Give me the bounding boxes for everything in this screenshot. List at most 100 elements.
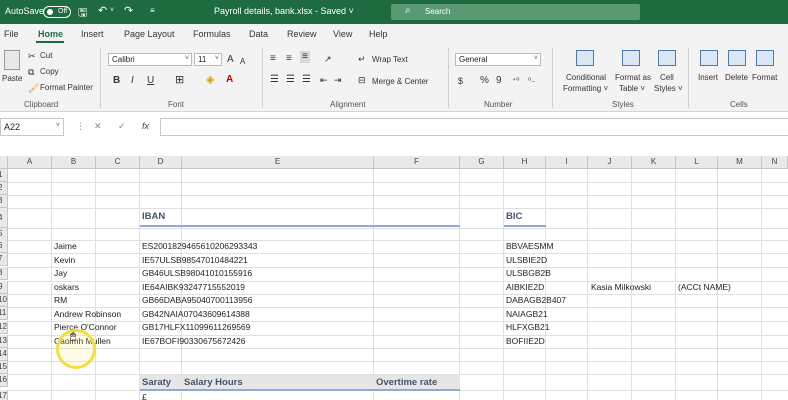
iban-cell[interactable]: GB42NAIA07043609614388 (140, 308, 250, 321)
bic-header-cell[interactable]: BIC (504, 210, 546, 223)
increase-indent-icon[interactable]: ⇥ (334, 74, 342, 86)
conditional-formatting-button-line2[interactable]: Formatting ˅ (563, 84, 608, 93)
name-cell[interactable]: Andrew Robinson (52, 308, 121, 321)
bic-cell[interactable]: BBVAESMM (504, 240, 554, 253)
insert-cells-button[interactable]: Insert (698, 73, 718, 82)
column-header-n[interactable]: N (762, 156, 788, 169)
row-header-9[interactable]: 9 (0, 281, 8, 294)
save-icon[interactable]: 🖫 (78, 4, 87, 23)
cell-styles-button-line2[interactable]: Styles ˅ (654, 84, 683, 93)
row-header-10[interactable]: 10 (0, 294, 8, 307)
row-header-15[interactable]: 15 (0, 361, 8, 374)
name-cell[interactable]: Kevin (52, 254, 75, 267)
format-as-table-icon[interactable] (622, 50, 640, 66)
font-color-icon[interactable]: A (226, 74, 233, 86)
bic-cell[interactable]: AIBKIE2D (504, 281, 544, 294)
undo-icon[interactable]: ↶ (98, 4, 107, 17)
tab-file[interactable]: File (4, 29, 19, 39)
format-as-table-button[interactable]: Format as (615, 73, 651, 82)
align-right-icon[interactable]: ☰ (302, 74, 311, 86)
fill-color-icon[interactable]: ◈ (206, 74, 214, 86)
bic-cell[interactable]: ULSBGB2B (504, 267, 551, 280)
paste-icon[interactable] (4, 50, 20, 70)
wrap-text-button[interactable]: Wrap Text (372, 55, 408, 64)
align-middle-icon[interactable]: ≡ (286, 53, 292, 65)
format-painter-icon[interactable]: 🖌 (28, 82, 39, 94)
wrap-text-icon[interactable]: ↵ (358, 53, 366, 65)
column-header-c[interactable]: C (96, 156, 140, 169)
tab-help[interactable]: Help (369, 29, 388, 39)
extra-note-cell[interactable]: (ACCt NAME) (676, 281, 731, 294)
accounting-format-button[interactable]: $ (458, 75, 463, 87)
name-cell[interactable]: Jaime (52, 240, 77, 253)
tab-home[interactable]: Home (38, 29, 63, 39)
cell-styles-icon[interactable] (658, 50, 676, 66)
iban-cell[interactable]: IE64AIBK93247715552019 (140, 281, 245, 294)
bold-button[interactable]: B (113, 75, 120, 87)
column-header-f[interactable]: F (374, 156, 460, 169)
decrease-font-button[interactable]: A (240, 56, 245, 68)
iban-cell[interactable]: IE57ULSB98547010484221 (140, 254, 248, 267)
column-header-j[interactable]: J (588, 156, 632, 169)
iban-header-cell[interactable]: IBAN (140, 210, 374, 223)
insert-cells-icon[interactable] (700, 50, 718, 66)
format-cells-button[interactable]: Format (752, 73, 777, 82)
decrease-indent-icon[interactable]: ⇤ (320, 74, 328, 86)
select-all-corner[interactable] (0, 156, 8, 169)
align-top-icon[interactable]: ≡ (270, 53, 276, 65)
align-left-icon[interactable]: ☰ (270, 74, 279, 86)
bic-cell[interactable]: DABAGB2B407 (504, 294, 566, 307)
comma-style-button[interactable]: 9 (496, 75, 502, 87)
column-header-h[interactable]: H (504, 156, 546, 169)
extra-name-cell[interactable]: Kasia Milkowski (589, 281, 651, 294)
orientation-icon[interactable]: ↗ (324, 53, 332, 65)
column-header-m[interactable]: M (718, 156, 762, 169)
row-header-7[interactable]: 7 (0, 253, 8, 266)
column-header-g[interactable]: G (460, 156, 504, 169)
iban-cell[interactable]: IE67BOFI90330675672426 (140, 335, 246, 348)
row-header-13[interactable]: 13 (0, 335, 8, 348)
tab-data[interactable]: Data (249, 29, 268, 39)
merge-center-icon[interactable]: ⊟ (358, 74, 366, 86)
document-title[interactable]: Payroll details, bank.xlsx - Saved ˅ (214, 6, 354, 16)
column-header-e[interactable]: E (182, 156, 374, 169)
decrease-decimal-icon[interactable]: ⁰₋ (528, 75, 535, 87)
autosave-toggle[interactable]: Off (43, 6, 71, 18)
tab-page-layout[interactable]: Page Layout (124, 29, 175, 39)
cut-button[interactable]: Cut (40, 51, 52, 60)
row-header-14[interactable]: 14 (0, 348, 8, 361)
row-header-11[interactable]: 11 (0, 307, 8, 320)
increase-font-button[interactable]: A (227, 54, 234, 66)
bic-cell[interactable]: HLFXGB21 (504, 321, 549, 334)
column-header-i[interactable]: I (546, 156, 588, 169)
saraty-header-cell[interactable]: Saraty (140, 376, 182, 389)
column-header-a[interactable]: A (8, 156, 52, 169)
conditional-formatting-button[interactable]: Conditional (566, 73, 606, 82)
column-header-l[interactable]: L (676, 156, 718, 169)
align-bottom-icon[interactable]: ≡ (300, 51, 310, 63)
tab-insert[interactable]: Insert (81, 29, 104, 39)
cancel-icon[interactable]: ✕ (94, 121, 102, 132)
row-header-12[interactable]: 12 (0, 321, 8, 334)
conditional-formatting-icon[interactable] (576, 50, 594, 66)
format-as-table-button-line2[interactable]: Table ˅ (619, 84, 645, 93)
name-box[interactable]: A22 ˅ (0, 118, 64, 136)
tab-formulas[interactable]: Formulas (193, 29, 231, 39)
delete-cells-icon[interactable] (728, 50, 746, 66)
iban-cell[interactable]: GB46ULSB98041010155916 (140, 267, 252, 280)
iban-cell[interactable]: GB17HLFX11099611269569 (140, 321, 250, 334)
row-header-1[interactable]: 1 (0, 169, 8, 182)
tab-view[interactable]: View (333, 29, 352, 39)
bic-cell[interactable]: NAIAGB21 (504, 308, 548, 321)
delete-cells-button[interactable]: Delete (725, 73, 748, 82)
format-cells-icon[interactable] (756, 50, 774, 66)
customize-toolbar-icon[interactable]: ≡ (150, 6, 155, 15)
italic-button[interactable]: I (131, 75, 134, 87)
underline-button[interactable]: U (147, 75, 154, 87)
name-cell[interactable]: oskars (52, 281, 79, 294)
percent-style-button[interactable]: % (480, 75, 489, 87)
number-format-select[interactable]: General ˅ (455, 53, 541, 66)
bic-cell[interactable]: ULSBIE2D (504, 254, 547, 267)
enter-icon[interactable]: ✓ (118, 121, 126, 132)
column-header-b[interactable]: B (52, 156, 96, 169)
